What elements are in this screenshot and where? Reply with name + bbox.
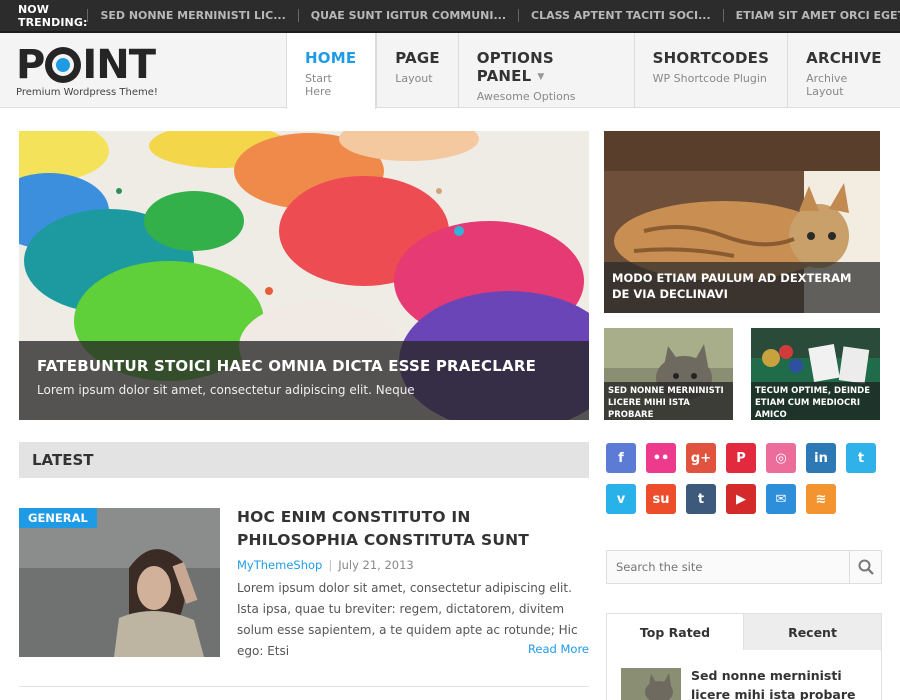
latest-heading: LATEST — [19, 442, 589, 478]
nav-subtitle: WP Shortcode Plugin — [652, 72, 767, 85]
small-post-title[interactable]: TECUM OPTIME, DEINDE ETIAM CUM MEDIOCRI … — [751, 382, 880, 420]
nav-title: HOME — [305, 49, 357, 67]
nav-item-home[interactable]: HOME Start Here — [286, 33, 377, 109]
post-thumbnail[interactable]: GENERAL — [19, 508, 220, 657]
trending-link[interactable]: CLASS APTENT TACITI SOCI... — [518, 9, 723, 22]
pinterest-icon[interactable]: P — [726, 443, 756, 473]
post-title[interactable]: HOC ENIM CONSTITUTO IN PHILOSOPHIA CONST… — [237, 506, 589, 552]
nav-item-options-panel[interactable]: OPTIONS PANEL ▼ Awesome Options — [457, 33, 634, 108]
tab-top-rated[interactable]: Top Rated — [607, 614, 744, 650]
social-icons: f •• g+ P ◎ in t v su t ▶ ✉ ≋ — [606, 443, 886, 525]
nav-subtitle: Awesome Options — [476, 90, 576, 103]
stumbleupon-icon[interactable]: su — [646, 484, 676, 514]
featured-main-post[interactable]: FATEBUNTUR STOICI HAEC OMNIA DICTA ESSE … — [19, 131, 589, 420]
trending-link[interactable]: SED NONNE MERNINISTI LIC... — [87, 9, 297, 22]
woman-in-rain-image — [19, 508, 220, 657]
google-plus-icon[interactable]: g+ — [686, 443, 716, 473]
featured-small-post[interactable]: TECUM OPTIME, DEINDE ETIAM CUM MEDIOCRI … — [751, 328, 880, 420]
tab-post-thumbnail[interactable] — [621, 668, 681, 700]
site-logo[interactable]: P INT Premium Wordpress Theme! — [16, 43, 158, 98]
side-post-title[interactable]: MODO ETIAM PAULUM AD DEXTERAM DE VIA DEC… — [604, 262, 880, 313]
search-input[interactable] — [607, 551, 849, 583]
post-date: July 21, 2013 — [338, 558, 414, 572]
youtube-icon[interactable]: ▶ — [726, 484, 756, 514]
vimeo-icon[interactable]: v — [606, 484, 636, 514]
nav-title: PAGE — [395, 49, 440, 67]
featured-side-post[interactable]: MODO ETIAM PAULUM AD DEXTERAM DE VIA DEC… — [604, 131, 880, 313]
flickr-icon[interactable]: •• — [646, 443, 676, 473]
tab-recent[interactable]: Recent — [744, 614, 881, 650]
nav-title: ARCHIVE — [806, 49, 882, 67]
tabs-widget: Top Rated Recent Sed nonne merninisti li… — [606, 613, 882, 700]
latest-post: GENERAL HOC ENIM CONSTITUTO IN PHILOSOPH… — [19, 508, 589, 658]
rss-icon[interactable]: ≋ — [806, 484, 836, 514]
featured-small-post[interactable]: SED NONNE MERNINISTI LICERE MIHI ISTA PR… — [604, 328, 733, 420]
linkedin-icon[interactable]: in — [806, 443, 836, 473]
read-more-link[interactable]: Read More — [528, 642, 589, 656]
post-author[interactable]: MyThemeShop — [237, 558, 322, 572]
logo-letters-int: INT — [82, 42, 156, 88]
main-nav: HOME Start Here PAGE Layout OPTIONS PANE… — [286, 33, 900, 109]
email-icon[interactable]: ✉ — [766, 484, 796, 514]
nav-item-shortcodes[interactable]: SHORTCODES WP Shortcode Plugin — [633, 33, 787, 108]
featured-excerpt: Lorem ipsum dolor sit amet, consectetur … — [37, 383, 415, 397]
dropdown-caret-icon: ▼ — [537, 72, 545, 82]
logo-o-icon — [45, 47, 82, 83]
trending-link[interactable]: ETIAM SIT AMET ORCI EGET... — [722, 9, 900, 22]
tumblr-icon[interactable]: t — [686, 484, 716, 514]
social-row: v su t ▶ ✉ ≋ — [606, 484, 886, 514]
logo-wordmark: P INT — [16, 43, 158, 87]
trending-link[interactable]: QUAE SUNT IGITUR COMMUNI... — [297, 9, 518, 22]
nav-title: SHORTCODES — [652, 49, 770, 67]
social-row: f •• g+ P ◎ in t — [606, 443, 886, 473]
post-divider — [19, 686, 589, 687]
twitter-icon[interactable]: t — [846, 443, 876, 473]
nav-item-page[interactable]: PAGE Layout — [376, 33, 458, 108]
sidebar-search — [606, 550, 882, 584]
featured-caption: FATEBUNTUR STOICI HAEC OMNIA DICTA ESSE … — [19, 341, 589, 420]
nav-subtitle: Start Here — [305, 72, 332, 98]
site-header: P INT Premium Wordpress Theme! HOME Star… — [0, 33, 900, 109]
trending-label: NOW TRENDING: — [18, 2, 88, 29]
small-post-title[interactable]: SED NONNE MERNINISTI LICERE MIHI ISTA PR… — [604, 382, 733, 420]
post-meta: MyThemeShop | July 21, 2013 — [237, 558, 414, 572]
tabs-header: Top Rated Recent — [607, 614, 881, 650]
facebook-icon[interactable]: f — [606, 443, 636, 473]
meta-separator: | — [328, 558, 333, 572]
kitten-thumb-image — [621, 668, 681, 700]
nav-title-row: OPTIONS PANEL ▼ — [477, 49, 616, 85]
nav-subtitle: Archive Layout — [806, 72, 848, 98]
category-badge[interactable]: GENERAL — [19, 508, 97, 528]
trending-bar: NOW TRENDING: SED NONNE MERNINISTI LIC..… — [0, 0, 900, 33]
tab-post-title[interactable]: Sed nonne merninisti licere mihi ista pr… — [691, 666, 873, 700]
nav-item-archive[interactable]: ARCHIVE Archive Layout — [787, 33, 900, 108]
site-tagline: Premium Wordpress Theme! — [16, 87, 158, 98]
dribbble-icon[interactable]: ◎ — [766, 443, 796, 473]
nav-subtitle: Layout — [395, 72, 433, 85]
featured-title[interactable]: FATEBUNTUR STOICI HAEC OMNIA DICTA ESSE … — [37, 357, 571, 375]
search-icon[interactable] — [849, 551, 881, 583]
logo-letter-p: P — [16, 42, 45, 88]
